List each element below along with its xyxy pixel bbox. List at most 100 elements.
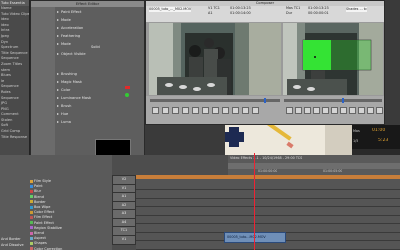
source-frame xyxy=(149,23,281,95)
mode-value[interactable]: Solid xyxy=(91,45,100,49)
effect-icon xyxy=(30,236,33,240)
expand-triangle-icon[interactable] xyxy=(57,35,59,37)
expand-triangle-icon[interactable] xyxy=(57,97,59,99)
clear-marks-button[interactable] xyxy=(202,107,209,114)
effect-parameter-row[interactable]: Magic Mask xyxy=(57,79,143,86)
match-frame-button[interactable] xyxy=(252,107,259,114)
record-match-frame-button[interactable] xyxy=(376,107,383,114)
timeline-clip-label: 00005_tuto...M02.MOV xyxy=(227,235,266,239)
effect-palette-label: Shapes xyxy=(34,241,47,246)
timeline-window: Film Style Paint Blur Blend Border Box Wipe Co… xyxy=(0,155,400,250)
effect-icon xyxy=(30,215,33,219)
right-clip-name[interactable]: Shades ... tc xyxy=(346,7,367,12)
record-step-back-button[interactable] xyxy=(304,107,311,114)
effect-parameter-row[interactable]: Brush xyxy=(57,103,143,110)
ruler-label-1: 01:00:00:00 xyxy=(258,169,278,173)
project-list-item[interactable]: Title Response xyxy=(0,135,29,141)
effect-parameter-label: Hue xyxy=(61,112,69,116)
effect-parameter-row[interactable]: Mode xyxy=(57,17,143,24)
extract-button[interactable] xyxy=(222,107,229,114)
record-overwrite-button[interactable] xyxy=(367,107,374,114)
expand-triangle-icon[interactable] xyxy=(57,43,59,45)
effect-palette-item[interactable]: Color Correction xyxy=(30,247,62,250)
effect-icon xyxy=(30,226,33,230)
step-forward-button[interactable] xyxy=(192,107,199,114)
paint-color-swatch[interactable] xyxy=(125,86,130,89)
effect-parameter-row[interactable]: Hue xyxy=(57,111,143,118)
tc-dur-value: 5:23 xyxy=(378,138,389,143)
mark-in-button[interactable] xyxy=(152,107,159,114)
graphic-art xyxy=(225,125,352,157)
tc-mas-label: Mas xyxy=(353,129,360,133)
track-selector-panel: V2 V1 A1 A2 A3 A4 TC1 V1 xyxy=(112,175,136,250)
record-splice-button[interactable] xyxy=(358,107,365,114)
effect-parameter-row[interactable]: Luma xyxy=(57,119,143,126)
effect-parameter-row[interactable]: Paint Effect xyxy=(57,9,143,16)
effect-parameter-label: Brushing xyxy=(61,72,77,76)
source-position-bar[interactable] xyxy=(150,99,280,102)
record-monitor[interactable] xyxy=(283,23,383,95)
lift-button[interactable] xyxy=(212,107,219,114)
expand-triangle-icon[interactable] xyxy=(57,81,59,83)
record-step-forward-button[interactable] xyxy=(322,107,329,114)
expand-triangle-icon[interactable] xyxy=(57,19,59,21)
expand-triangle-icon[interactable] xyxy=(57,105,59,107)
bin-list-item[interactable]: And Border xyxy=(1,237,21,241)
record-lift-button[interactable] xyxy=(340,107,347,114)
effect-palette: Film Style Paint Blur Blend Border Box Wipe Co… xyxy=(0,155,112,250)
expand-triangle-icon[interactable] xyxy=(57,113,59,115)
dur-label: Dur xyxy=(286,11,293,15)
record-clear-marks-button[interactable] xyxy=(331,107,338,114)
step-back-button[interactable] xyxy=(172,107,179,114)
expand-triangle-icon[interactable] xyxy=(57,11,59,13)
timeline-range-bar[interactable] xyxy=(136,175,400,179)
effect-palette-label: Color Effect xyxy=(34,210,55,215)
effect-parameter-row[interactable]: Color xyxy=(57,87,143,94)
mask-color-swatch[interactable] xyxy=(125,93,129,97)
expand-triangle-icon[interactable] xyxy=(57,73,59,75)
playhead[interactable] xyxy=(254,153,255,250)
effect-icon xyxy=(30,205,33,209)
effect-palette-label: Region Stabilize xyxy=(34,225,62,230)
effect-icon xyxy=(30,241,33,245)
effect-parameter-label: Feathering xyxy=(61,34,81,38)
effect-parameter-row[interactable]: Mode xyxy=(57,41,143,48)
record-position-indicator[interactable] xyxy=(342,98,344,103)
effect-icon xyxy=(30,221,33,225)
effect-editor-window: Effect Editor Paint Effect Mode Accelerati… xyxy=(30,0,145,180)
record-mark-in-button[interactable] xyxy=(286,107,293,114)
effect-parameter-row[interactable]: Acceleration xyxy=(57,25,143,32)
left-clip-name[interactable]: 00005_tuto_..._M02.MOV xyxy=(149,7,192,12)
v1-tc-value: 01:00:13:23 xyxy=(230,6,251,10)
mark-out-button[interactable] xyxy=(162,107,169,114)
expand-triangle-icon[interactable] xyxy=(57,89,59,91)
effect-parameter-row[interactable]: Feathering xyxy=(57,33,143,40)
effect-icon xyxy=(30,179,33,183)
effect-parameter-label: Acceleration xyxy=(61,26,84,30)
track-selector[interactable]: V1 xyxy=(112,234,136,245)
effect-parameter-row[interactable]: Object Visible xyxy=(57,51,143,58)
bin-list-item[interactable]: And Dissolve xyxy=(1,243,24,247)
expand-triangle-icon[interactable] xyxy=(57,121,59,123)
splice-button[interactable] xyxy=(232,107,239,114)
record-position-bar[interactable] xyxy=(284,99,382,102)
play-button[interactable] xyxy=(182,107,189,114)
timeline-clip[interactable]: 00005_tuto...M02.MOV xyxy=(224,232,286,243)
record-mark-out-button[interactable] xyxy=(295,107,302,114)
source-position-indicator[interactable] xyxy=(264,98,266,103)
graphic-preview xyxy=(225,125,352,157)
timecode-window: Mas 01:00 1/5 5:23 xyxy=(352,125,400,155)
effect-parameter-row[interactable]: Brushing xyxy=(57,71,143,78)
composer-info-bar: 00005_tuto_..._M02.MOV V1 TC1 01:00:13:2… xyxy=(146,6,384,22)
effect-palette-label: Blend xyxy=(34,231,44,235)
effect-palette-label: Color Correction xyxy=(34,246,63,250)
effect-icon xyxy=(30,195,33,199)
effect-parameter-row[interactable]: Luminance Mask xyxy=(57,95,143,102)
expand-triangle-icon[interactable] xyxy=(57,53,59,55)
source-monitor[interactable] xyxy=(149,23,281,95)
record-play-button[interactable] xyxy=(313,107,320,114)
overwrite-button[interactable] xyxy=(242,107,249,114)
effect-icon xyxy=(30,231,33,235)
record-extract-button[interactable] xyxy=(349,107,356,114)
expand-triangle-icon[interactable] xyxy=(57,27,59,29)
